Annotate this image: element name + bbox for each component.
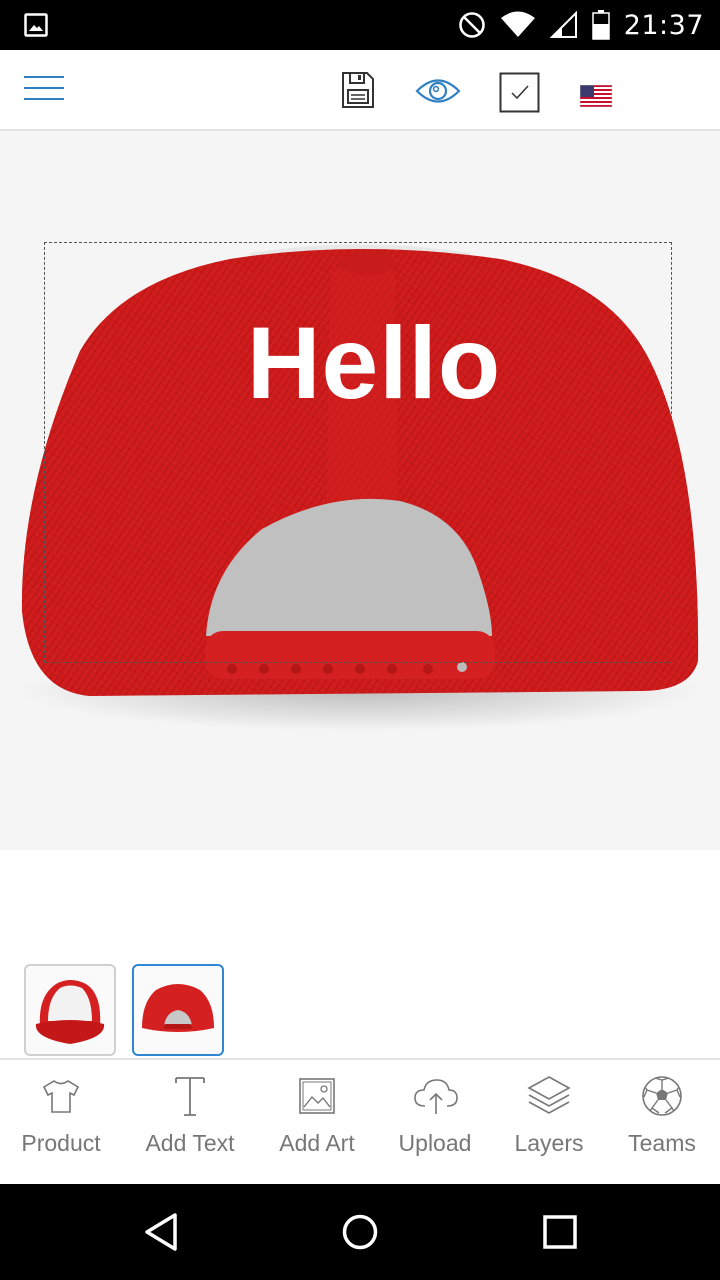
system-nav-bar — [0, 1184, 720, 1280]
cap-front-thumbnail — [35, 980, 105, 1044]
thumbnail-front[interactable] — [24, 964, 116, 1056]
design-area-box[interactable]: Hello — [44, 242, 672, 663]
menu-label-layers: Layers — [514, 1130, 584, 1156]
menu-label-add-text: Add Text — [145, 1130, 235, 1156]
status-bar: 21:37 — [0, 0, 720, 50]
text-icon — [175, 1077, 205, 1116]
menu-item-add-text[interactable]: Add Text — [122, 1060, 258, 1184]
save-icon[interactable] — [340, 70, 376, 110]
editor-toolbar — [0, 50, 720, 131]
do-not-disturb-icon — [458, 12, 485, 38]
menu-item-product[interactable]: Product — [0, 1060, 122, 1184]
menu-label-add-art: Add Art — [279, 1130, 355, 1156]
wifi-icon — [500, 11, 535, 37]
menu-label-upload: Upload — [398, 1130, 472, 1156]
status-time: 21:37 — [623, 9, 704, 41]
menu-item-teams[interactable]: Teams — [604, 1060, 720, 1184]
recents-icon[interactable] — [542, 1212, 578, 1252]
cloud-upload-icon — [414, 1079, 458, 1114]
tshirt-icon — [42, 1080, 80, 1113]
app-screen: 21:37 Hello Product Add Text Add Art Upl… — [0, 0, 720, 1280]
thumbnail-back[interactable] — [132, 964, 224, 1056]
menu-label-product: Product — [21, 1130, 101, 1156]
view-thumbnails — [24, 964, 224, 1056]
gallery-icon — [24, 13, 48, 37]
back-icon[interactable] — [142, 1212, 180, 1252]
bottom-menu: Product Add Text Add Art Upload Layers T… — [0, 1058, 720, 1184]
home-icon[interactable] — [341, 1212, 379, 1252]
design-canvas[interactable]: Hello — [0, 131, 720, 850]
signal-icon — [549, 11, 577, 38]
battery-icon — [591, 10, 610, 40]
soccer-ball-icon — [642, 1076, 682, 1116]
menu-item-add-art[interactable]: Add Art — [258, 1060, 376, 1184]
menu-item-layers[interactable]: Layers — [494, 1060, 604, 1184]
menu-icon[interactable] — [24, 76, 64, 104]
status-icons: 21:37 — [458, 8, 704, 42]
checkbox-icon[interactable] — [499, 72, 541, 114]
image-icon — [299, 1078, 335, 1114]
us-flag-icon[interactable] — [580, 85, 612, 107]
layers-icon — [527, 1076, 571, 1114]
menu-item-upload[interactable]: Upload — [376, 1060, 494, 1184]
cap-back-thumbnail — [142, 984, 214, 1032]
design-text-layer[interactable]: Hello — [45, 305, 673, 422]
preview-eye-icon[interactable] — [415, 74, 461, 108]
menu-label-teams: Teams — [628, 1130, 696, 1156]
